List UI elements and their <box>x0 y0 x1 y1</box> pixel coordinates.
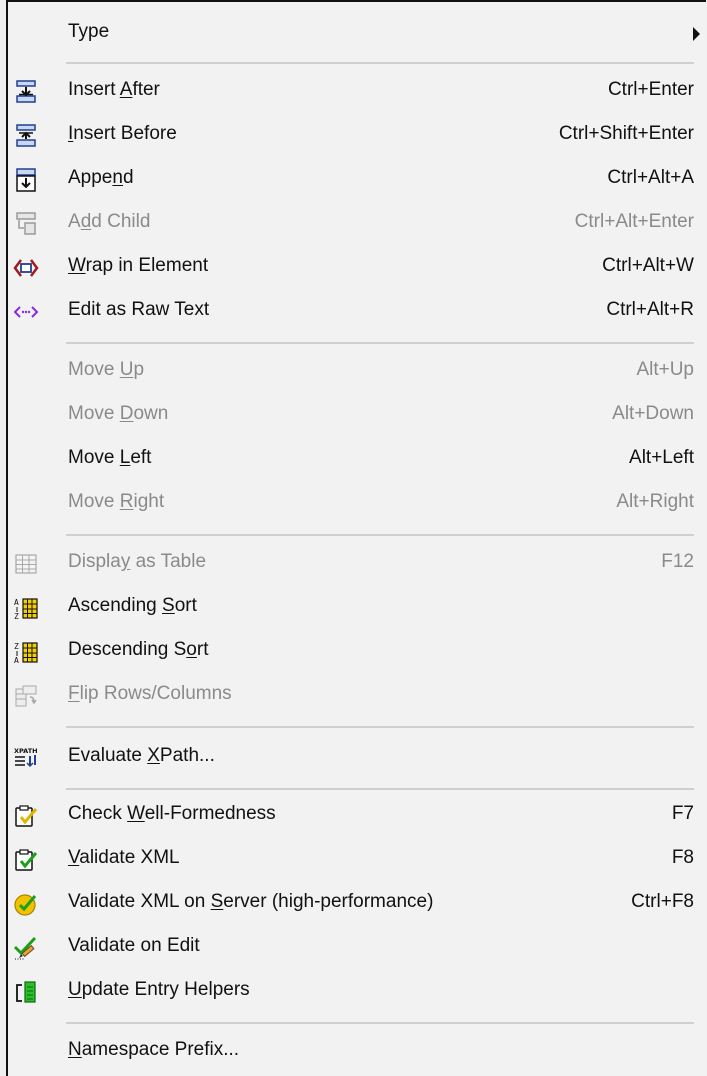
menu-item-label: Update Entry Helpers <box>68 979 250 1000</box>
svg-text:Z: Z <box>14 612 19 621</box>
menu-item-insert-after[interactable]: Insert After Ctrl+Enter <box>8 70 706 114</box>
sort-descending-icon: ZA <box>12 638 40 666</box>
sort-ascending-icon: AZ <box>12 594 40 622</box>
svg-text:XPATH: XPATH <box>14 747 38 755</box>
menu-item-label: Wrap in Element <box>68 255 209 276</box>
menu-item-move-left[interactable]: Move Left Alt+Left <box>8 438 706 482</box>
table-icon <box>12 550 40 578</box>
add-child-icon <box>12 210 40 238</box>
menu-item-descending-sort[interactable]: ZA Descending Sort <box>8 630 706 674</box>
menu-item-wrap-in-element[interactable]: Wrap in Element Ctrl+Alt+W <box>8 246 706 290</box>
menu-item-validate-xml[interactable]: Validate XML F8 <box>8 838 706 882</box>
menu-item-label: Descending Sort <box>68 639 209 660</box>
raw-text-icon <box>12 298 40 326</box>
check-wellformed-icon <box>12 802 40 830</box>
menu-item-shortcut: Ctrl+Alt+A <box>607 167 694 188</box>
menu-item-shortcut: Alt+Up <box>636 359 694 380</box>
menu-item-label: Move Up <box>68 359 145 380</box>
menu-item-evaluate-xpath[interactable]: XPATH Evaluate XPath... <box>8 736 706 780</box>
menu-item-type[interactable]: Type <box>8 12 706 56</box>
menu-item-label: Ascending Sort <box>68 595 197 616</box>
menu-item-shortcut: Ctrl+Alt+W <box>602 255 694 276</box>
menu-item-shortcut: Ctrl+Alt+R <box>606 299 694 320</box>
svg-text:A: A <box>14 598 19 607</box>
menu-item-shortcut: F7 <box>671 803 694 824</box>
menu-separator <box>66 62 694 64</box>
menu-item-label: Edit as Raw Text <box>68 299 210 320</box>
menu-item-add-child[interactable]: Add Child Ctrl+Alt+Enter <box>8 202 706 246</box>
menu-item-label: Append <box>68 167 134 188</box>
menu-item-shortcut: Ctrl+Enter <box>607 79 694 100</box>
menu-item-shortcut: Alt+Down <box>612 403 694 424</box>
menu-item-label: Display as Table <box>68 551 207 572</box>
menu-item-label: Namespace Prefix... <box>68 1039 240 1060</box>
menu-item-shortcut: F8 <box>671 847 694 868</box>
svg-text:Z: Z <box>14 642 19 651</box>
menu-separator <box>66 788 694 790</box>
menu-item-move-up[interactable]: Move Up Alt+Up <box>8 350 706 394</box>
menu-item-update-entry-helpers[interactable]: Update Entry Helpers <box>8 970 706 1014</box>
menu-separator <box>66 534 694 536</box>
wrap-element-icon <box>12 254 40 282</box>
menu-item-label: Validate XML <box>68 847 180 868</box>
append-icon <box>12 166 40 194</box>
menu-item-label: Move Down <box>68 403 169 424</box>
flip-rows-columns-icon <box>12 682 40 710</box>
menu-item-namespace-prefix[interactable]: Namespace Prefix... <box>8 1030 706 1074</box>
context-menu: Type Insert After Ctrl+Enter Insert Befo… <box>6 0 706 1076</box>
svg-text:A: A <box>14 656 19 665</box>
menu-item-shortcut: Ctrl+Shift+Enter <box>558 123 694 144</box>
menu-item-ascending-sort[interactable]: AZ Ascending Sort <box>8 586 706 630</box>
menu-item-edit-raw-text[interactable]: Edit as Raw Text Ctrl+Alt+R <box>8 290 706 334</box>
menu-item-validate-on-edit[interactable]: Validate on Edit <box>8 926 706 970</box>
menu-item-label: Insert After <box>68 79 160 100</box>
menu-item-label: Evaluate XPath... <box>68 745 215 766</box>
xpath-icon: XPATH <box>12 744 40 772</box>
menu-item-display-as-table[interactable]: Display as Table F12 <box>8 542 706 586</box>
menu-item-append[interactable]: Append Ctrl+Alt+A <box>8 158 706 202</box>
menu-separator <box>66 342 694 344</box>
menu-item-validate-on-server[interactable]: Validate XML on Server (high-performance… <box>8 882 706 926</box>
insert-after-icon <box>12 78 40 106</box>
menu-item-shortcut: Ctrl+F8 <box>631 891 694 912</box>
menu-item-shortcut: Alt+Right <box>616 491 694 512</box>
insert-before-icon <box>12 122 40 150</box>
menu-item-move-down[interactable]: Move Down Alt+Down <box>8 394 706 438</box>
menu-item-label: Move Right <box>68 491 165 512</box>
submenu-arrow-icon <box>693 27 700 41</box>
menu-item-shortcut: Alt+Left <box>629 447 694 468</box>
menu-item-label: Validate on Edit <box>68 935 200 956</box>
menu-item-shortcut: Ctrl+Alt+Enter <box>574 211 694 232</box>
menu-item-label: Type <box>68 21 110 42</box>
validate-server-icon <box>12 890 40 918</box>
menu-item-label: Check Well-Formedness <box>68 803 276 824</box>
menu-item-label: Move Left <box>68 447 152 468</box>
entry-helpers-icon <box>12 978 40 1006</box>
menu-item-insert-before[interactable]: Insert Before Ctrl+Shift+Enter <box>8 114 706 158</box>
validate-on-edit-icon <box>12 934 40 962</box>
menu-item-flip-rows-columns[interactable]: Flip Rows/Columns <box>8 674 706 718</box>
menu-item-label: Add Child <box>68 211 151 232</box>
menu-item-check-wellformedness[interactable]: Check Well-Formedness F7 <box>8 794 706 838</box>
menu-item-label: Insert Before <box>68 123 177 144</box>
menu-item-label: Validate XML on Server (high-performance… <box>68 891 434 912</box>
menu-separator <box>66 1022 694 1024</box>
menu-item-shortcut: F12 <box>661 551 694 572</box>
menu-item-move-right[interactable]: Move Right Alt+Right <box>8 482 706 526</box>
menu-separator <box>66 726 694 728</box>
menu-item-label: Flip Rows/Columns <box>68 683 232 704</box>
validate-xml-icon <box>12 846 40 874</box>
